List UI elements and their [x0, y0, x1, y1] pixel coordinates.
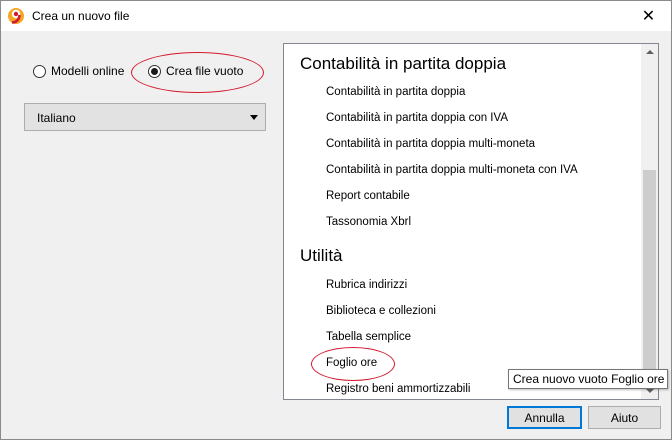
language-dropdown-value: Italiano: [37, 111, 76, 125]
close-button[interactable]: ✕: [626, 1, 671, 31]
list-item[interactable]: Contabilità in partita doppia con IVA: [326, 112, 508, 124]
window-title: Crea un nuovo file: [32, 9, 130, 23]
scrollbar-thumb[interactable]: [643, 170, 656, 382]
list-item[interactable]: Rubrica indirizzi: [326, 279, 407, 291]
list-item[interactable]: Biblioteca e collezioni: [326, 305, 436, 317]
cancel-button[interactable]: Annulla: [507, 406, 582, 429]
chevron-down-icon: [250, 115, 258, 120]
radio-button-unchecked[interactable]: [33, 64, 46, 78]
close-icon: ✕: [641, 8, 656, 25]
banana-accounting-icon: [8, 8, 24, 24]
radio-label-modelli-online: Modelli online: [51, 64, 125, 78]
scroll-down-arrow-icon[interactable]: [646, 389, 654, 393]
template-list[interactable]: Contabilità in partita doppia Contabilit…: [283, 43, 659, 400]
list-item[interactable]: Tabella semplice: [326, 331, 411, 343]
radio-modelli-online[interactable]: Modelli online: [33, 64, 124, 78]
tooltip: Crea nuovo vuoto Foglio ore: [508, 369, 668, 389]
list-item[interactable]: Contabilità in partita doppia multi-mone…: [326, 138, 535, 150]
title-bar[interactable]: Crea un nuovo file ✕: [1, 1, 671, 31]
language-dropdown[interactable]: Italiano: [24, 103, 266, 131]
list-item-foglio-ore[interactable]: Foglio ore: [326, 357, 377, 369]
radio-crea-file-vuoto[interactable]: Crea file vuoto: [148, 64, 243, 78]
radio-button-checked[interactable]: [148, 64, 161, 78]
radio-label-crea-file-vuoto: Crea file vuoto: [166, 64, 244, 78]
group-title-utilita: Utilità: [300, 246, 343, 265]
list-item[interactable]: Registro beni ammortizzabili: [326, 383, 470, 395]
vertical-scrollbar[interactable]: [641, 44, 658, 399]
list-item[interactable]: Contabilità in partita doppia: [326, 86, 465, 98]
list-item[interactable]: Contabilità in partita doppia multi-mone…: [326, 164, 578, 176]
list-item[interactable]: Report contabile: [326, 190, 410, 202]
scroll-up-arrow-icon[interactable]: [646, 50, 654, 54]
group-title-contabilita: Contabilità in partita doppia: [300, 54, 507, 73]
create-new-file-dialog: Crea un nuovo file ✕ Modelli online Crea…: [0, 0, 672, 440]
help-button[interactable]: Aiuto: [588, 406, 661, 429]
list-item[interactable]: Tassonomia Xbrl: [326, 216, 411, 228]
